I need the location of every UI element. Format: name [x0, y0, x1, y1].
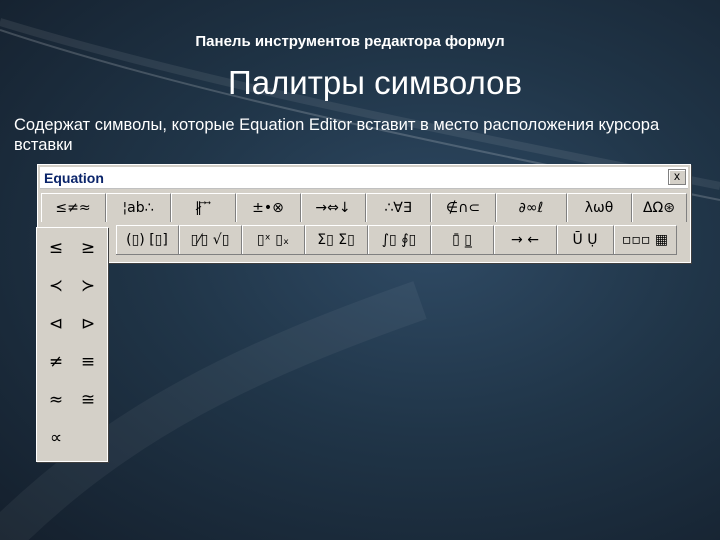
integral-templates-button[interactable]: ∫▯ ∮▯ [368, 225, 431, 255]
fraction-radical-templates-button[interactable]: ▯⁄▯ √▯ [179, 225, 242, 255]
greater-or-equal-symbol[interactable]: ≥ [71, 230, 105, 266]
precedes-symbol[interactable]: ≺ [39, 268, 73, 304]
spaces-ellipses-button[interactable]: ¦ab∴ [106, 193, 171, 222]
slide-subtitle: Панель инструментов редактора формул [195, 33, 505, 50]
proportional-symbol[interactable]: ∝ [39, 420, 73, 456]
logical-symbols-button[interactable]: ∴∀∃ [366, 193, 431, 222]
relational-symbols-palette: ≤ ≥ ≺ ≻ ⊲ ⊳ ≠ ≡ ≈ ≅ ∝ [36, 227, 108, 462]
products-set-theory-templates-button[interactable]: Ū Ụ [557, 225, 614, 255]
underbar-overbar-templates-button[interactable]: ▯̄ ▯̲ [431, 225, 494, 255]
set-theory-symbols-button[interactable]: ∉∩⊂ [431, 193, 496, 222]
greek-uppercase-button[interactable]: ΔΩ⊛ [632, 193, 687, 222]
normal-subgroup-symbol[interactable]: ⊲ [39, 306, 73, 342]
identical-symbol[interactable]: ≡ [71, 344, 105, 380]
equation-window-title: Equation [44, 170, 104, 186]
relational-symbols-button[interactable]: ≤≠≈ [41, 193, 106, 222]
labeled-arrow-templates-button[interactable]: → ← [494, 225, 557, 255]
congruent-symbol[interactable]: ≅ [71, 382, 105, 418]
approximately-equal-symbol[interactable]: ≈ [39, 382, 73, 418]
subscript-superscript-templates-button[interactable]: ▯ˣ ▯ₓ [242, 225, 305, 255]
less-or-equal-symbol[interactable]: ≤ [39, 230, 73, 266]
succeeds-symbol[interactable]: ≻ [71, 268, 105, 304]
equation-toolbar-window: Equation x ≤≠≈ ¦ab∴ ∦ ⃗ ⃗ ±•⊗ →⇔↓ ∴∀∃ ∉∩… [37, 164, 691, 263]
matrix-templates-button[interactable]: ▫▫▫ ▦ [614, 225, 677, 255]
close-button[interactable]: x [668, 169, 686, 185]
operator-symbols-button[interactable]: ±•⊗ [236, 193, 301, 222]
contains-normal-subgroup-symbol[interactable]: ⊳ [71, 306, 105, 342]
equation-titlebar[interactable]: Equation x [40, 167, 688, 189]
summation-templates-button[interactable]: Σ▯ Σ▯ [305, 225, 368, 255]
arrow-symbols-button[interactable]: →⇔↓ [301, 193, 366, 222]
embellishments-button[interactable]: ∦ ⃗ ⃗ [171, 193, 236, 222]
fence-templates-button[interactable]: (▯) [▯] [116, 225, 179, 255]
misc-symbols-button[interactable]: ∂∞ℓ [496, 193, 567, 222]
not-equal-symbol[interactable]: ≠ [39, 344, 73, 380]
slide-title: Палитры символов [227, 64, 523, 101]
slide-body-text: Содержат символы, которые Equation Edito… [14, 116, 660, 154]
greek-lowercase-button[interactable]: λωθ [567, 193, 632, 222]
